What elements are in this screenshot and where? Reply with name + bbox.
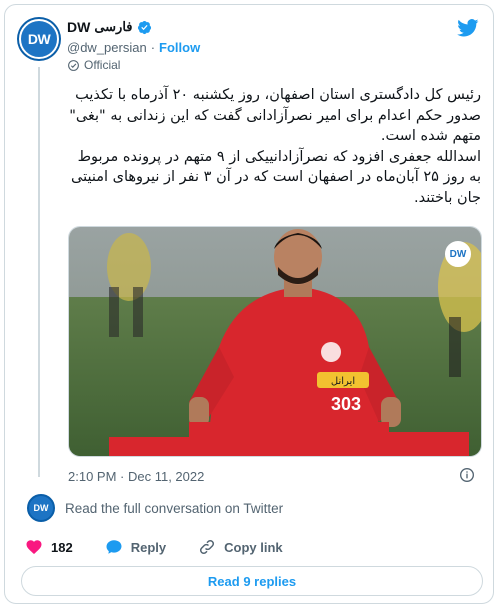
tweet-text: رئیس کل دادگستری استان اصفهان، روز یکشنب… (65, 85, 481, 208)
copy-link-button[interactable]: Copy link (198, 538, 283, 556)
account-name-farsi[interactable]: فارسی (94, 19, 132, 35)
thread-line (38, 67, 40, 477)
jersey-number: 303 (331, 394, 361, 414)
account-name-row[interactable]: DW فارسی (67, 19, 152, 35)
official-seal-icon (68, 59, 79, 71)
reply-label: Reply (130, 539, 167, 555)
follow-button[interactable]: Follow (159, 40, 200, 55)
account-name-latin[interactable]: DW (67, 19, 90, 35)
account-handle[interactable]: @dw_persian (67, 40, 147, 55)
separator-dot: · (150, 40, 156, 55)
verified-badge-icon (137, 20, 151, 34)
reply-bubble-icon (106, 540, 122, 554)
conversation-avatar: DW (27, 494, 55, 522)
dw-watermark-logo: DW (445, 241, 471, 267)
reply-button[interactable]: Reply (105, 538, 166, 556)
info-icon[interactable] (459, 467, 475, 483)
tweet-actions: 182 Reply Copy link (25, 538, 315, 556)
tweet-timestamp[interactable]: 2:10 PM · Dec 11, 2022 (68, 469, 204, 484)
tweet-photo[interactable]: ایرانل 303 DW (68, 226, 482, 457)
official-label: Official (84, 58, 121, 72)
copy-link-label: Copy link (224, 539, 283, 555)
read-conversation-row[interactable]: DW Read the full conversation on Twitter (27, 494, 283, 522)
link-icon (200, 539, 215, 555)
read-replies-button[interactable]: Read 9 replies (21, 566, 483, 596)
like-count: 182 (51, 539, 73, 555)
account-handle-row: @dw_persian · Follow (67, 40, 200, 55)
official-label-row: Official (67, 58, 120, 72)
twitter-bird-icon[interactable] (457, 19, 479, 37)
footballer-photo: ایرانل 303 (69, 227, 481, 456)
read-conversation-link[interactable]: Read the full conversation on Twitter (65, 501, 283, 516)
tweet-paragraph-2: اسدالله جعفری افزود که نصرآزادانییکی از … (70, 148, 481, 206)
like-button[interactable]: 182 (25, 538, 73, 556)
jersey-sponsor: ایرانل (331, 376, 355, 387)
heart-icon (26, 540, 42, 555)
avatar-logo: DW (19, 19, 59, 59)
account-avatar[interactable]: DW (17, 17, 61, 61)
tweet-card: DW DW فارسی @dw_persian · Follow Officia… (4, 4, 494, 604)
tweet-paragraph-1: رئیس کل دادگستری استان اصفهان، روز یکشنب… (69, 87, 481, 144)
